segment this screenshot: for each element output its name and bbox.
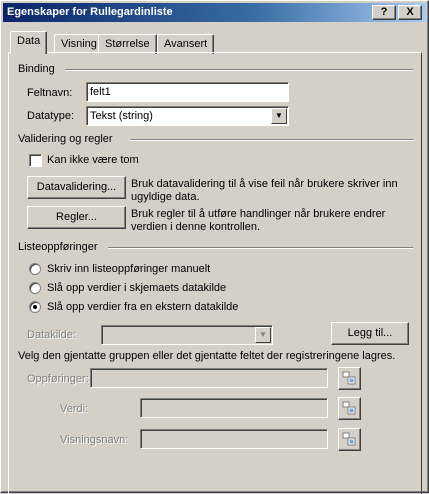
instruction-text: Velg den gjentatte gruppen eller det gje… [18, 350, 396, 362]
tab-panel-data: Binding Feltnavn: felt1 Datatype: Tekst … [8, 52, 422, 494]
help-button[interactable]: ? [372, 5, 396, 20]
datasource-label: Datakilde: [27, 329, 76, 341]
group-binding-label: Binding [18, 63, 55, 75]
datatype-value: Tekst (string) [90, 110, 153, 122]
value-input[interactable] [140, 398, 328, 418]
datasource-select[interactable]: ▼ [101, 325, 273, 345]
datatype-select[interactable]: Tekst (string) ▼ [86, 106, 289, 126]
group-binding-divider [65, 69, 413, 71]
tree-select-icon [342, 371, 356, 385]
tab-avansert[interactable]: Avansert [157, 34, 215, 54]
select-value-xpath-button[interactable] [338, 397, 361, 420]
tab-storrelse[interactable]: Størrelse [98, 34, 157, 54]
field-name-input[interactable]: felt1 [86, 82, 289, 102]
chevron-down-icon[interactable]: ▼ [255, 327, 271, 343]
radio-external-source[interactable] [29, 301, 41, 313]
entries-label: Oppføringer: [27, 373, 89, 385]
display-name-input[interactable] [140, 429, 328, 449]
datatype-label: Datatype: [27, 110, 75, 122]
tree-select-icon [342, 432, 356, 446]
data-validation-description: Bruk datavalidering til å vise feil når … [131, 178, 398, 203]
rules-button[interactable]: Regler... [27, 206, 126, 229]
rules-description: Bruk regler til å utføre handlinger når … [131, 208, 386, 233]
select-xpath-button[interactable] [338, 367, 361, 390]
group-list-label: Listeoppføringer [18, 241, 98, 253]
not-empty-label: Kan ikke være tom [47, 154, 139, 166]
data-validation-button[interactable]: Datavalidering... [27, 176, 126, 199]
add-datasource-button[interactable]: Legg til... [331, 322, 409, 345]
group-list-divider [108, 247, 413, 249]
not-empty-checkbox[interactable] [29, 154, 42, 167]
tree-select-icon [342, 401, 356, 415]
group-validation-divider [131, 139, 413, 141]
window-title: Egenskaper for Rullegardinliste [7, 6, 173, 18]
display-name-label: Visningsnavn: [60, 434, 129, 446]
entries-input[interactable] [90, 368, 328, 388]
radio-manual[interactable] [29, 263, 41, 275]
radio-form-source-label: Slå opp verdier i skjemaets datakilde [47, 282, 227, 294]
properties-dialog: Egenskaper for Rullegardinliste ? X Data… [0, 0, 429, 494]
tab-visning[interactable]: Visning [54, 34, 104, 54]
radio-form-source[interactable] [29, 282, 41, 294]
close-button[interactable]: X [398, 5, 422, 20]
field-name-label: Feltnavn: [27, 87, 73, 99]
group-validation-label: Validering og regler [18, 133, 113, 145]
title-bar[interactable]: Egenskaper for Rullegardinliste ? X [3, 3, 426, 22]
value-label: Verdi: [60, 403, 89, 415]
select-display-xpath-button[interactable] [338, 428, 361, 451]
radio-external-source-label: Slå opp verdier fra en ekstern datakilde [47, 301, 239, 313]
radio-manual-label: Skriv inn listeoppføringer manuelt [47, 263, 211, 275]
chevron-down-icon[interactable]: ▼ [271, 108, 287, 124]
tab-data[interactable]: Data [10, 31, 48, 54]
